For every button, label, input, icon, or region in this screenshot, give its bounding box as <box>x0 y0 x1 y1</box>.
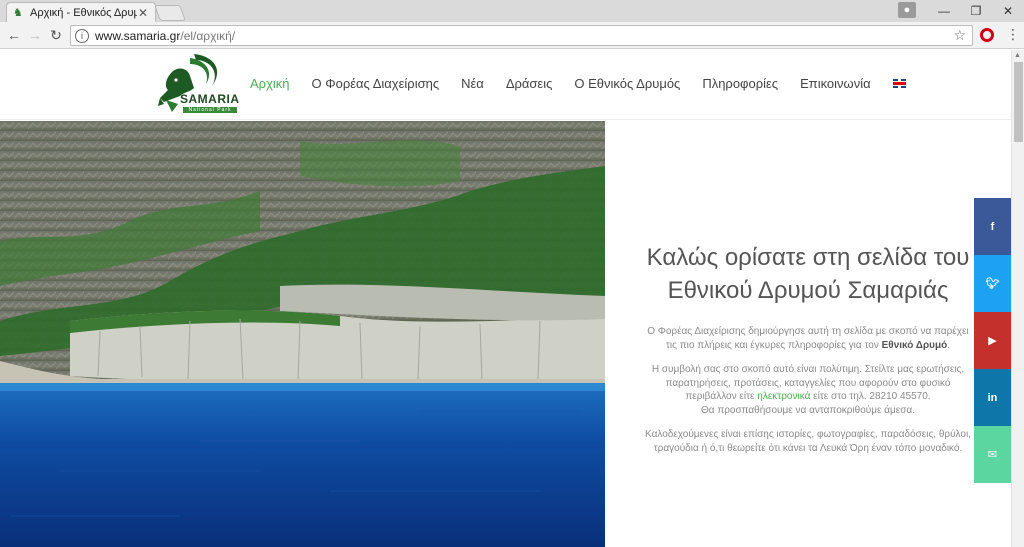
site-header: SAMARIA National Park Αρχική Ο Φορέας Δι… <box>0 50 1011 120</box>
close-window-icon[interactable]: ✕ <box>992 4 1024 18</box>
back-icon[interactable]: ← <box>6 27 22 43</box>
welcome-panel: Καλώς ορίσατε στη σελίδα του Εθνικού Δρυ… <box>640 121 976 547</box>
youtube-icon: ▶ <box>988 335 997 347</box>
logo-wordmark: SAMARIA <box>180 92 240 106</box>
scrollbar-thumb[interactable] <box>1014 62 1023 142</box>
opera-icon[interactable] <box>980 28 994 42</box>
samaria-logo[interactable]: SAMARIA National Park <box>154 52 240 118</box>
stories-line2: τραγούδια ή ό,τι θεωρείτε ότι κάνει τα Λ… <box>653 442 963 454</box>
intro-paragraph: Ο Φορέας Διαχείρισης δημιούργησε αυτή τη… <box>640 325 976 352</box>
contrib-line4: Θα προσπαθήσουμε να ανταποκριθούμε άμεσα… <box>700 404 915 416</box>
linkedin-icon: in <box>987 391 998 404</box>
forward-icon[interactable]: → <box>27 27 43 43</box>
user-profile-icon[interactable]: ● <box>898 2 916 18</box>
stories-paragraph: Καλοδεχούμενες είναι επίσης ιστορίες, φω… <box>640 428 976 455</box>
welcome-title: Καλώς ορίσατε στη σελίδα του Εθνικού Δρυ… <box>640 241 976 307</box>
nav-item-contact[interactable]: Επικοινωνία <box>800 76 871 91</box>
contrib-line1: Η συμβολή σας στο σκοπό αυτό είναι πολύτ… <box>651 364 965 375</box>
nav-item-actions[interactable]: Δράσεις <box>506 76 553 91</box>
restore-icon[interactable]: ❐ <box>960 4 992 18</box>
info-icon[interactable]: i <box>75 28 89 43</box>
twitter-share-button[interactable]: 🐦︎ <box>974 255 1011 312</box>
coastal-cliffs-photo <box>0 121 605 547</box>
address-bar[interactable]: i www.samaria.gr/el/αρχική/ ☆ <box>70 25 973 46</box>
nav-item-management-body[interactable]: Ο Φορέας Διαχείρισης <box>312 76 440 91</box>
email-icon: ✉ <box>987 449 998 461</box>
url-host: www.samaria.gr <box>95 28 181 43</box>
contribution-paragraph: Η συμβολή σας στο σκοπό αυτό είναι πολύτ… <box>640 363 976 417</box>
minimize-icon[interactable]: — <box>928 4 960 18</box>
logo-tagline: National Park <box>183 107 237 113</box>
browser-tab-strip: ♞ Αρχική - Εθνικός Δρυμό ✕ ● — ❐ ✕ <box>0 0 1024 22</box>
new-tab-button[interactable] <box>154 5 186 21</box>
scroll-up-icon[interactable]: ▲ <box>1014 52 1021 59</box>
facebook-icon: f <box>990 220 995 233</box>
stories-line1: Καλοδεχούμενες είναι επίσης ιστορίες, φω… <box>645 429 971 440</box>
window-controls: — ❐ ✕ <box>928 0 1024 22</box>
url-path: /el/αρχική/ <box>180 28 236 43</box>
nav-item-home[interactable]: Αρχική <box>250 76 290 91</box>
contrib-line3-post: είτε στο τηλ. 28210 45570. <box>813 391 931 402</box>
contrib-line3-pre: περιβάλλον είτε <box>685 391 755 402</box>
browser-toolbar: ← → ↻ i www.samaria.gr/el/αρχική/ ☆ ⋮ <box>0 22 1024 49</box>
reload-icon[interactable]: ↻ <box>48 27 64 43</box>
welcome-title-line2: Εθνικού Δρυμού Σαμαριάς <box>667 277 949 304</box>
bookmark-star-icon[interactable]: ☆ <box>953 27 966 44</box>
park-name-bold: Εθνικό Δρυμό <box>881 339 948 351</box>
main-nav: Αρχική Ο Φορέας Διαχείρισης Νέα Δράσεις … <box>250 76 906 91</box>
linkedin-share-button[interactable]: in <box>974 369 1011 426</box>
contrib-line2: παρατηρήσεις, προτάσεις, καταγγελίες που… <box>665 377 951 389</box>
welcome-title-line1: Καλώς ορίσατε στη σελίδα του <box>646 244 970 271</box>
social-share-bar: f 🐦︎ ▶ in ✉ <box>974 198 1011 483</box>
page-viewport: SAMARIA National Park Αρχική Ο Φορέας Δι… <box>0 50 1024 547</box>
browser-menu-icon[interactable]: ⋮ <box>1006 26 1020 43</box>
nav-item-info[interactable]: Πληροφορίες <box>702 76 778 91</box>
tab-title: Αρχική - Εθνικός Δρυμό <box>30 6 137 19</box>
browser-tab[interactable]: ♞ Αρχική - Εθνικός Δρυμό ✕ <box>6 2 156 22</box>
email-share-button[interactable]: ✉ <box>974 426 1011 483</box>
twitter-icon: 🐦︎ <box>985 278 1000 290</box>
close-tab-icon[interactable]: ✕ <box>137 6 149 20</box>
youtube-share-button[interactable]: ▶ <box>974 312 1011 369</box>
facebook-share-button[interactable]: f <box>974 198 1011 255</box>
nav-item-news[interactable]: Νέα <box>461 76 484 91</box>
electronic-contact-link[interactable]: ηλεκτρονικά <box>757 391 810 402</box>
intro-line2: τις πιο πλήρεις και έγκυρες πληροφορίες … <box>665 339 879 351</box>
english-flag-icon[interactable] <box>892 79 906 88</box>
nav-item-national-park[interactable]: Ο Εθνικός Δρυμός <box>574 76 680 91</box>
site-favicon-icon: ♞ <box>13 6 23 19</box>
hero-image <box>0 121 605 547</box>
intro-line1: Ο Φορέας Διαχείρισης δημιούργησε αυτή τη… <box>647 326 969 337</box>
page-scrollbar[interactable]: ▲ <box>1011 50 1024 547</box>
intro-period: . <box>947 339 951 351</box>
